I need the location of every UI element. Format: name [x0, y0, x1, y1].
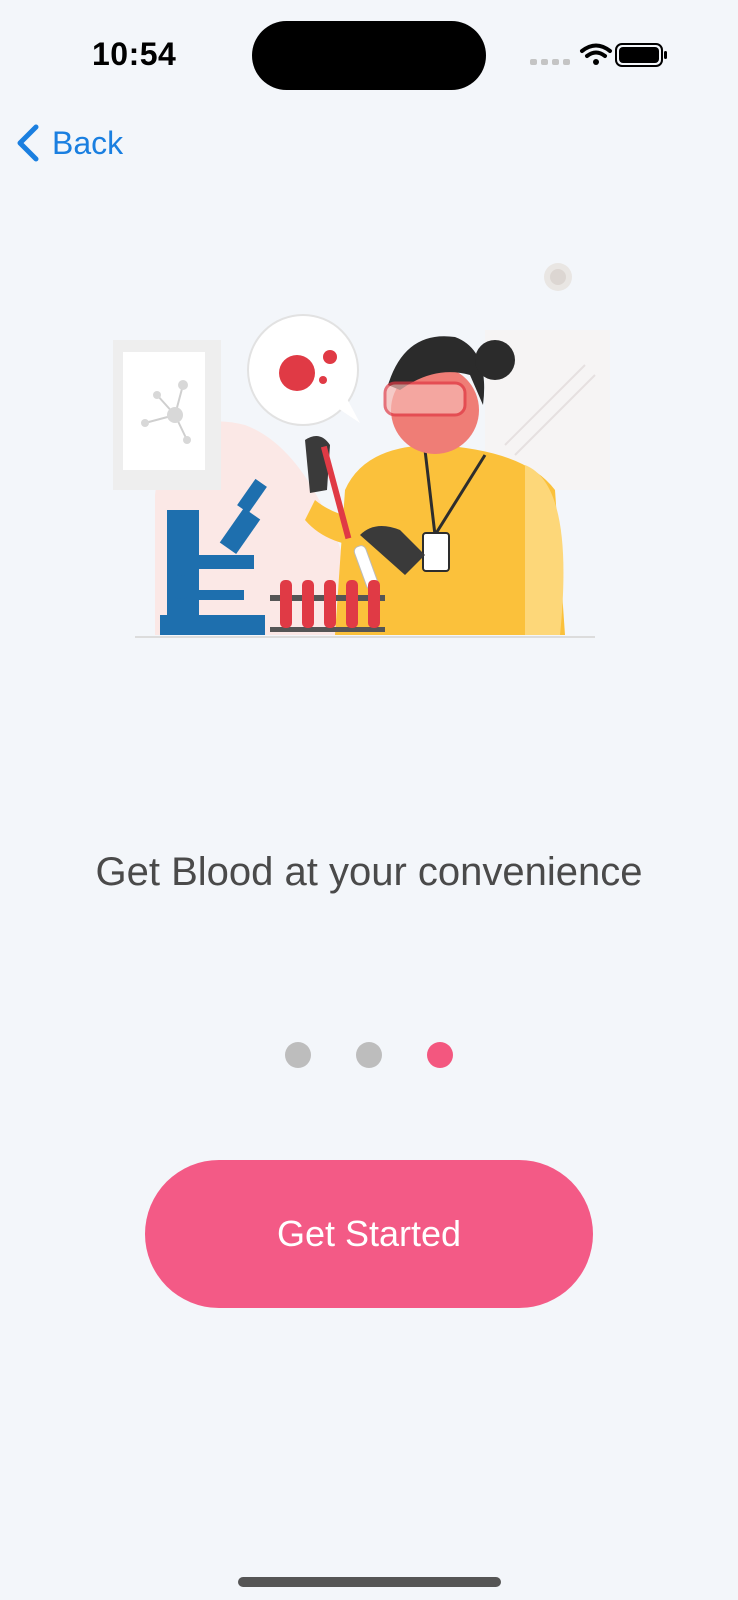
germ-icon — [544, 263, 572, 291]
onboarding-headline: Get Blood at your convenience — [95, 850, 643, 894]
wifi-icon — [580, 43, 612, 65]
back-button[interactable]: Back — [14, 118, 123, 168]
dynamic-island — [252, 21, 486, 90]
page-dot-2[interactable] — [356, 1042, 382, 1068]
back-label: Back — [52, 124, 124, 161]
chevron-left-icon — [17, 124, 39, 162]
page-dot-1[interactable] — [285, 1042, 311, 1068]
battery-icon — [615, 43, 667, 67]
status-bar: 10:54 — [0, 0, 738, 110]
page-indicator[interactable] — [0, 1042, 738, 1070]
lab-scientist-illustration — [113, 263, 610, 638]
cellular-signal-icon — [530, 59, 570, 65]
home-indicator — [238, 1577, 501, 1587]
status-time: 10:54 — [92, 36, 177, 72]
page-dot-3-active[interactable] — [427, 1042, 453, 1068]
get-started-button[interactable]: Get Started — [145, 1160, 593, 1308]
status-icons — [530, 43, 667, 67]
get-started-label: Get Started — [276, 1213, 462, 1254]
